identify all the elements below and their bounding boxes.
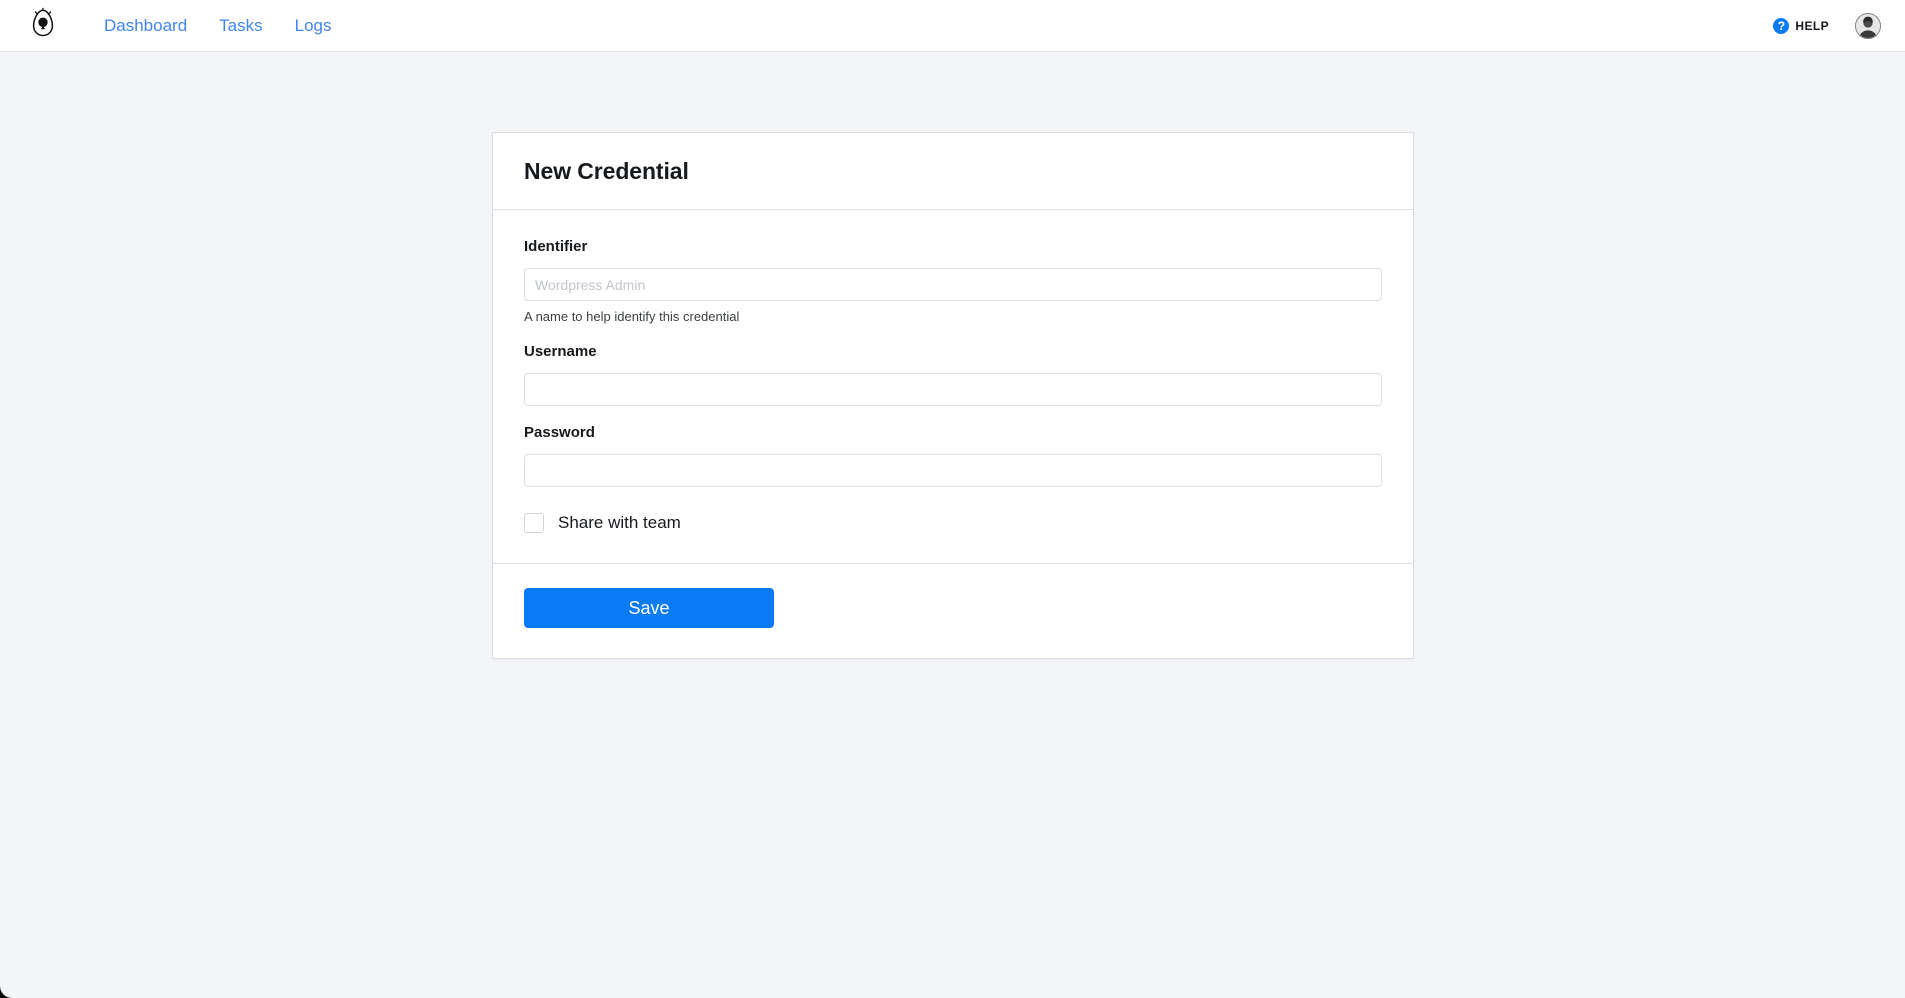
nav-link-logs[interactable]: Logs (279, 10, 348, 42)
top-navbar: Dashboard Tasks Logs ? HELP (0, 0, 1905, 52)
field-password: Password (524, 424, 1382, 487)
page-title: New Credential (524, 158, 689, 184)
question-mark-icon: ? (1773, 17, 1790, 34)
field-identifier: Identifier A name to help identify this … (524, 238, 1382, 325)
primary-nav: Dashboard Tasks Logs (88, 10, 348, 42)
new-credential-card: New Credential Identifier A name to help… (492, 132, 1414, 659)
nav-link-tasks[interactable]: Tasks (203, 10, 278, 42)
card-footer: Save (493, 564, 1413, 658)
help-button[interactable]: ? HELP (1773, 17, 1829, 34)
identifier-hint: A name to help identify this credential (524, 309, 740, 324)
share-with-team-row: Share with team (524, 513, 1382, 533)
username-label: Username (524, 343, 597, 360)
share-with-team-checkbox[interactable] (524, 513, 544, 533)
navbar-right-group: ? HELP (1773, 12, 1881, 39)
brand-logo-button[interactable] (26, 6, 60, 46)
identifier-label: Identifier (524, 238, 588, 255)
card-header: New Credential (493, 133, 1413, 210)
window-corner-artifact (0, 970, 28, 998)
nav-link-dashboard[interactable]: Dashboard (88, 10, 203, 42)
field-username: Username (524, 343, 1382, 406)
share-with-team-label[interactable]: Share with team (558, 513, 681, 533)
page-content: New Credential Identifier A name to help… (0, 52, 1905, 998)
password-label: Password (524, 424, 595, 441)
username-input[interactable] (524, 373, 1382, 406)
save-button[interactable]: Save (524, 588, 774, 628)
password-input[interactable] (524, 454, 1382, 487)
user-avatar[interactable] (1855, 12, 1881, 39)
help-label: HELP (1795, 18, 1829, 33)
egg-bird-logo-icon (30, 7, 56, 44)
identifier-input[interactable] (524, 268, 1382, 301)
card-body: Identifier A name to help identify this … (493, 210, 1413, 564)
